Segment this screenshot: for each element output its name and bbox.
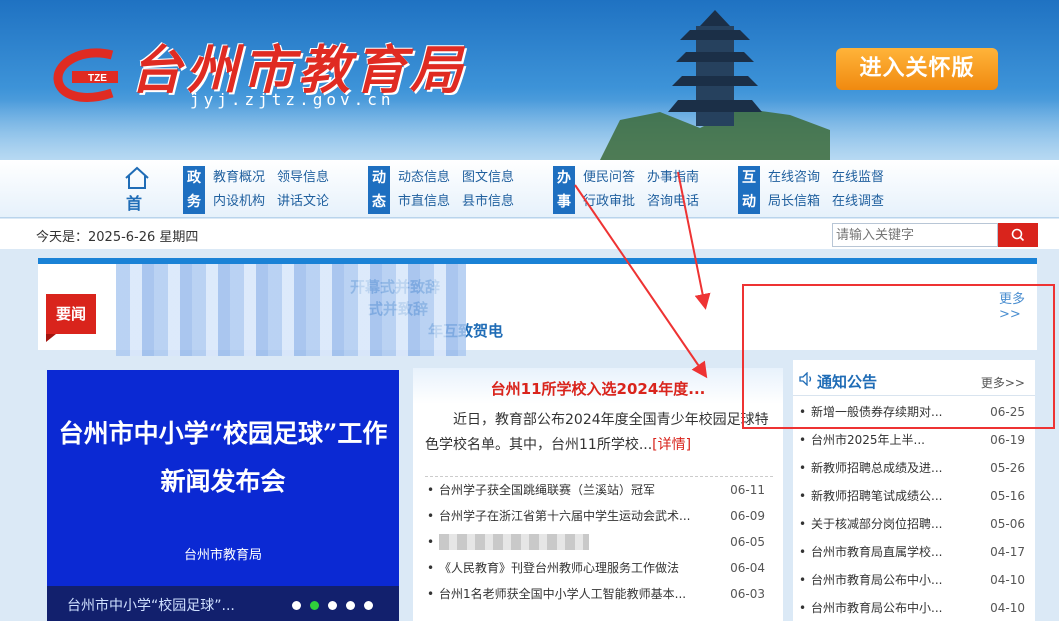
annotation-highlight-box — [742, 284, 1055, 429]
slide-organization: 台州市教育局 — [183, 548, 262, 563]
nav-link-juzhang-xinxiang[interactable]: 局长信箱 — [768, 190, 832, 214]
featured-detail-link[interactable]: [详情] — [652, 437, 691, 453]
nav-tag-banshi: 办事 — [553, 166, 575, 214]
header-banner: TZE 台州市教育局 jyj.zjtz.gov.cn 进入关怀版 — [0, 0, 1059, 160]
slide-dot[interactable] — [364, 601, 373, 610]
top-news-badge: 要闻 — [46, 294, 96, 342]
notice-item-date: 05-06 — [990, 517, 1025, 531]
nav-link-xianshi-xinxi[interactable]: 县市信息 — [462, 190, 526, 214]
list-item-title-blurred — [439, 534, 589, 550]
nav-tag-dongtai: 动态 — [368, 166, 390, 214]
nav-link-zixun-dianhua[interactable]: 咨询电话 — [647, 190, 711, 214]
slide-title-line: 台州市中小学“校园足球”工作 — [58, 419, 388, 448]
nav-link-dongtai-xinxi[interactable]: 动态信息 — [398, 166, 462, 190]
notice-item-date: 04-10 — [990, 601, 1025, 615]
nav-link-zaixian-diaocha[interactable]: 在线调查 — [832, 190, 896, 214]
slide-dot-active[interactable] — [310, 601, 319, 610]
search-icon — [1011, 228, 1025, 242]
blurred-region — [116, 264, 466, 356]
tower-illustration — [600, 10, 830, 160]
notice-item-title: 台州市教育局直属学校... — [811, 545, 943, 559]
nav-tag-hudong: 互动 — [738, 166, 760, 214]
nav-link-zaixian-zixun[interactable]: 在线咨询 — [768, 166, 832, 190]
slide-dot[interactable] — [328, 601, 337, 610]
featured-summary: 近日，教育部公布2024年度全国青少年校园足球特色学校名单。其中，台州11所学校… — [425, 408, 777, 458]
featured-news-list: 台州学子获全国跳绳联赛（兰溪站）冠军 06-11 台州学子在浙江省第十六届中学生运… — [425, 476, 773, 607]
main-nav: 首 页 政务 教育概况领导信息 内设机构讲话文论 动态 动态信息图文信息 市直信… — [0, 160, 1059, 237]
featured-summary-text: 近日，教育部公布2024年度全国青少年校园足球特色学校名单。其中，台州11所学校… — [425, 412, 769, 453]
notice-item[interactable]: 关于核减部分岗位招聘... 05-06 — [797, 510, 1029, 538]
list-item-title: 台州学子在浙江省第十六届中学生运动会武术... — [439, 509, 691, 523]
notice-item-title: 关于核减部分岗位招聘... — [811, 517, 943, 531]
featured-header: 台州11所学校入选2024年度... — [413, 368, 783, 404]
nav-tag-zhengwu: 政务 — [183, 166, 205, 214]
notice-item-title: 台州市教育局公布中小... — [811, 573, 943, 587]
nav-link-jiaoyu-gaikuang[interactable]: 教育概况 — [213, 166, 277, 190]
list-item-date: 06-11 — [730, 483, 765, 497]
site-domain: jyj.zjtz.gov.cn — [190, 90, 395, 109]
nav-link-neishe-jigou[interactable]: 内设机构 — [213, 190, 277, 214]
slide-dot[interactable] — [292, 601, 301, 610]
today-date: 今天是：2025-6-26 星期四 — [36, 230, 199, 245]
list-item-date: 06-09 — [730, 509, 765, 523]
notice-list: 新增一般债券存续期对...06-25 台州市2025年上半...06-19 新教… — [797, 398, 1029, 621]
notice-item-title: 新教师招聘总成绩及进... — [811, 461, 943, 475]
list-item-date: 06-04 — [730, 561, 765, 575]
featured-title[interactable]: 台州11所学校入选2024年度... — [413, 378, 783, 399]
list-item-title: 台州1名老师获全国中小学人工智能教师基本... — [439, 587, 687, 601]
banner-haze — [0, 100, 1059, 160]
nav-link-xingzheng-shenpi[interactable]: 行政审批 — [583, 190, 647, 214]
notice-item[interactable]: 新教师招聘笔试成绩公... 05-16 — [797, 482, 1029, 510]
notice-item[interactable]: 台州市2025年上半... 06-19 — [797, 426, 1029, 454]
slide-dot[interactable] — [346, 601, 355, 610]
nav-link-shizhi-xinxi[interactable]: 市直信息 — [398, 190, 462, 214]
tze-logo-icon: TZE — [53, 48, 118, 102]
slide-caption-bar: 台州市中小学“校园足球”... — [47, 586, 399, 621]
care-mode-button[interactable]: 进入关怀版 — [836, 48, 998, 90]
list-item-date: 06-03 — [730, 587, 765, 601]
list-item-title: 台州学子获全国跳绳联赛（兰溪站）冠军 — [439, 483, 656, 497]
nav-link-jianghua-wenlun[interactable]: 讲话文论 — [277, 190, 341, 214]
home-icon — [125, 166, 149, 189]
list-item[interactable]: 《人民教育》刊登台州教师心理服务工作做法 06-04 — [425, 555, 773, 581]
list-item[interactable]: 台州学子在浙江省第十六届中学生运动会武术... 06-09 — [425, 503, 773, 529]
notice-item-date: 05-16 — [990, 489, 1025, 503]
list-item[interactable]: 台州1名老师获全国中小学人工智能教师基本... 06-03 — [425, 581, 773, 607]
nav-link-tuwen-xinxi[interactable]: 图文信息 — [462, 166, 526, 190]
search-button[interactable] — [998, 223, 1038, 247]
search-input[interactable] — [832, 223, 998, 247]
list-item-date: 06-05 — [730, 535, 765, 549]
notice-item-date: 05-26 — [990, 461, 1025, 475]
slide-title: 台州市中小学“校园足球”工作 新闻发布会 — [47, 410, 399, 506]
notice-item-date: 06-19 — [990, 433, 1025, 447]
slide-pagination — [292, 599, 382, 614]
svg-text:TZE: TZE — [88, 73, 107, 84]
notice-item-title: 新教师招聘笔试成绩公... — [811, 489, 943, 503]
list-item-title: 《人民教育》刊登台州教师心理服务工作做法 — [439, 561, 680, 575]
notice-item[interactable]: 新教师招聘总成绩及进... 05-26 — [797, 454, 1029, 482]
notice-item-date: 04-10 — [990, 573, 1025, 587]
nav-link-lingdao-xinxi[interactable]: 领导信息 — [277, 166, 341, 190]
notice-item[interactable]: 台州市教育局公布中小... 04-10 — [797, 566, 1029, 594]
notice-item[interactable]: 台州市教育局公布中小... 04-10 — [797, 594, 1029, 621]
slide-caption[interactable]: 台州市中小学“校园足球”... — [67, 595, 235, 615]
nav-link-zaixian-jiandu[interactable]: 在线监督 — [832, 166, 896, 190]
list-item[interactable]: 06-05 — [425, 529, 773, 555]
news-slideshow[interactable]: 台州市中小学“校园足球”工作 新闻发布会 台州市教育局 台州市中小学“校园足球”… — [47, 370, 399, 621]
nav-link-bianmin-wenda[interactable]: 便民问答 — [583, 166, 647, 190]
featured-news-panel: 台州11所学校入选2024年度... 近日，教育部公布2024年度全国青少年校园… — [413, 368, 783, 621]
nav-link-banshi-zhinan[interactable]: 办事指南 — [647, 166, 711, 190]
slide-title-line: 新闻发布会 — [160, 467, 286, 496]
date-search-row: 今天是：2025-6-26 星期四 — [0, 219, 1059, 249]
notice-item-title: 台州市2025年上半... — [811, 433, 925, 447]
list-item[interactable]: 台州学子获全国跳绳联赛（兰溪站）冠军 06-11 — [425, 477, 773, 503]
notice-item-date: 04-17 — [990, 545, 1025, 559]
notice-item[interactable]: 台州市教育局直属学校... 04-17 — [797, 538, 1029, 566]
notice-item-title: 台州市教育局公布中小... — [811, 601, 943, 615]
